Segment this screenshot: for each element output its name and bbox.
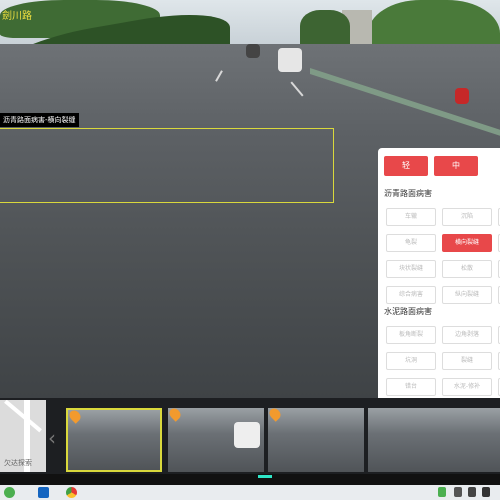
wechat-tray-icon[interactable] xyxy=(438,487,446,497)
section-title: 沥青路面病害 xyxy=(384,189,432,198)
volume-icon[interactable] xyxy=(482,487,490,497)
damage-option[interactable]: 综合病害 xyxy=(386,286,436,304)
section-title: 水泥路面病害 xyxy=(384,307,432,316)
map-road xyxy=(4,400,42,433)
thumbnail-frame[interactable] xyxy=(66,408,162,472)
scroll-indicator[interactable] xyxy=(258,475,272,478)
damage-option[interactable]: 横向裂缝 xyxy=(442,234,492,252)
car xyxy=(278,48,302,72)
wechat-icon[interactable] xyxy=(4,487,15,498)
location-pin-icon xyxy=(68,410,83,424)
battery-icon[interactable] xyxy=(454,487,462,497)
location-pin-icon xyxy=(168,408,183,422)
thumbnail-frame[interactable] xyxy=(368,408,500,472)
map-place-label: 欠达探索 xyxy=(4,459,32,467)
car xyxy=(455,88,469,104)
damage-option[interactable]: 龟裂 xyxy=(386,234,436,252)
minimap[interactable]: 欠达探索 xyxy=(0,400,46,472)
outlook-icon[interactable] xyxy=(38,487,49,498)
thumbnail-frame[interactable] xyxy=(168,408,264,472)
damage-option[interactable]: 松散 xyxy=(442,260,492,278)
detection-label: 沥青路面病害-横向裂缝 xyxy=(0,113,79,127)
road-name-label: 劍川路 xyxy=(2,11,32,22)
damage-option[interactable]: 块状裂缝 xyxy=(386,260,436,278)
damage-option[interactable]: 边角剥落 xyxy=(442,326,492,344)
severity-medium-button[interactable]: 中 xyxy=(434,156,478,176)
car xyxy=(234,422,260,448)
detection-box[interactable] xyxy=(0,128,334,203)
severity-light-button[interactable]: 轻 xyxy=(384,156,428,176)
damage-option[interactable]: 板角断裂 xyxy=(386,326,436,344)
app-window: 劍川路 沥青路面病害-横向裂缝 轻 中 沥青路面病害车辙 沉陷 龟裂 横向裂缝 块状裂缝… xyxy=(0,0,500,500)
chevron-left-icon[interactable]: ‹ xyxy=(48,426,56,450)
thumbnail-strip: 欠达探索 ‹ xyxy=(0,398,500,478)
damage-option[interactable]: 坑洞 xyxy=(386,352,436,370)
damage-option[interactable]: 水泥-修补 xyxy=(442,378,492,396)
damage-option[interactable]: 沉陷 xyxy=(442,208,492,226)
car xyxy=(246,44,260,58)
network-icon[interactable] xyxy=(468,487,476,497)
damage-option[interactable]: 裂缝 xyxy=(442,352,492,370)
damage-option[interactable]: 纵向裂缝 xyxy=(442,286,492,304)
thumbnail-frame[interactable] xyxy=(268,408,364,472)
damage-option[interactable]: 错台 xyxy=(386,378,436,396)
chrome-icon[interactable] xyxy=(66,487,77,498)
location-pin-icon xyxy=(268,408,283,422)
taskbar xyxy=(0,485,500,500)
damage-option[interactable]: 车辙 xyxy=(386,208,436,226)
